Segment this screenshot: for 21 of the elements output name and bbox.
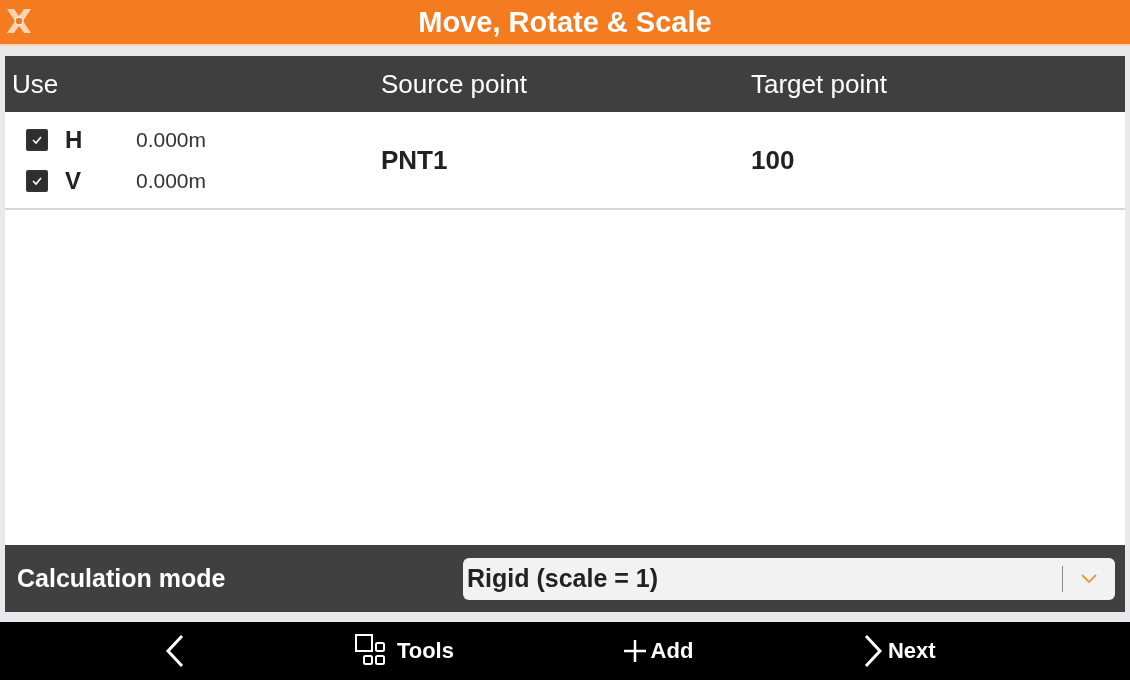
- residual-value: 0.000m: [136, 168, 207, 193]
- next-button[interactable]: Next: [858, 630, 940, 672]
- caret-icon: [1081, 573, 1097, 584]
- column-header: Source point: [381, 68, 528, 100]
- column-header: Target point: [751, 68, 888, 100]
- field-label: Calculation mode: [17, 564, 227, 593]
- window-title: Move, Rotate & Scale: [418, 5, 712, 39]
- plus-icon: [622, 639, 647, 663]
- axis-label: V: [65, 166, 82, 195]
- column-header: Use: [11, 68, 60, 100]
- add-button[interactable]: Add: [618, 634, 698, 668]
- tools-button[interactable]: Tools: [350, 630, 458, 672]
- calculation-mode-dropdown[interactable]: Rigid (scale = 1): [463, 557, 1115, 600]
- logo-icon: [4, 6, 34, 36]
- table-cell-text: 100: [751, 144, 796, 176]
- residual-value: 0.000m: [136, 127, 207, 152]
- next-icon: [862, 634, 884, 668]
- table-cell-text: PNT1: [381, 144, 449, 176]
- checkbox[interactable]: [26, 169, 48, 192]
- axis-label: H: [65, 125, 84, 154]
- checkbox[interactable]: [26, 128, 48, 151]
